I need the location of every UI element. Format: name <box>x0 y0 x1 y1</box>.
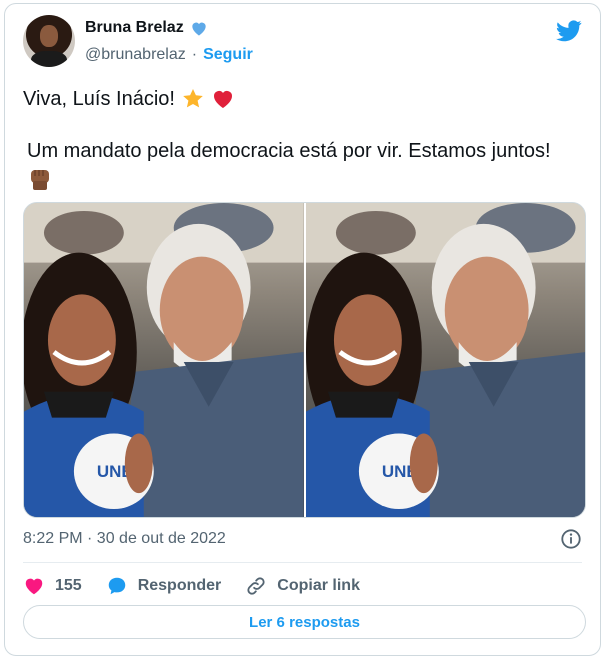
tweet-actions: 155 Responder Copiar link <box>23 572 384 600</box>
verified-heart-icon <box>192 22 206 36</box>
avatar[interactable] <box>23 15 75 67</box>
photo-2-scene: UNE <box>305 203 585 517</box>
tweet-timestamp[interactable]: 8:22 PM · 30 de out de 2022 <box>23 530 226 548</box>
link-icon <box>247 577 265 595</box>
reply-label: Responder <box>137 577 222 594</box>
tweet-media[interactable]: UNE UNE <box>23 202 586 518</box>
photo-1[interactable]: UNE <box>24 203 304 517</box>
photo-1-scene: UNE <box>24 203 304 517</box>
follow-button[interactable]: Seguir <box>203 46 253 64</box>
heart-icon <box>25 578 43 595</box>
author-handle-row: @brunabrelaz · Seguir <box>85 46 253 64</box>
like-count: 155 <box>55 577 82 594</box>
divider <box>23 562 582 563</box>
tweet-card: Bruna Brelaz @brunabrelaz · Seguir Viva,… <box>4 3 601 656</box>
raised-fist-emoji-icon <box>31 170 49 190</box>
separator-dot: · <box>191 46 198 63</box>
photo-2[interactable]: UNE <box>305 203 585 517</box>
reply-button[interactable]: Responder <box>106 575 222 597</box>
twitter-bird-icon[interactable] <box>556 20 582 42</box>
tweet-text-1: Viva, Luís Inácio! <box>23 88 175 110</box>
author-handle[interactable]: @brunabrelaz <box>85 46 186 64</box>
tweet-text-line-2: Um mandato pela democracia está por vir.… <box>27 140 551 162</box>
copy-link-label: Copiar link <box>277 577 360 594</box>
like-button[interactable]: 155 <box>23 575 82 597</box>
author-display-name[interactable]: Bruna Brelaz <box>85 19 184 37</box>
tweet-text-line-1: Viva, Luís Inácio! <box>23 86 235 112</box>
read-replies-button[interactable]: Ler 6 respostas <box>23 605 586 639</box>
star-emoji-icon <box>183 89 203 108</box>
copy-link-button[interactable]: Copiar link <box>245 575 360 597</box>
reply-bubble-icon <box>108 577 125 595</box>
info-icon[interactable] <box>560 528 582 550</box>
author-name-row: Bruna Brelaz <box>85 18 209 38</box>
red-heart-emoji-icon <box>213 91 232 108</box>
